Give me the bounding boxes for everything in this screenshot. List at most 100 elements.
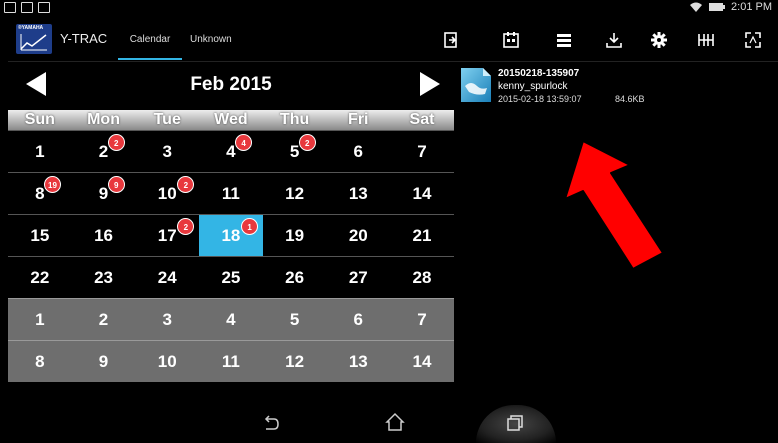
file-count-badge: 2	[298, 134, 316, 151]
calendar-day[interactable]: 22	[72, 131, 136, 172]
calendar-day[interactable]: 1	[8, 299, 72, 340]
calendar-day[interactable]: 13	[326, 341, 390, 382]
day-number: 8	[35, 352, 45, 371]
day-number: 8	[35, 184, 45, 203]
calendar-day[interactable]: 52	[263, 131, 327, 172]
app-logo[interactable]: ®YAMAHA	[16, 24, 52, 54]
calendar-day[interactable]: 4	[199, 299, 263, 340]
day-number: 6	[353, 310, 364, 329]
download-icon[interactable]	[605, 31, 625, 51]
calendar-day[interactable]: 23	[72, 257, 136, 298]
calendar-day[interactable]: 3	[135, 299, 199, 340]
calendar-day[interactable]: 6	[326, 131, 390, 172]
brand-label: ®YAMAHA	[18, 25, 44, 31]
calendar-day[interactable]: 21	[390, 215, 454, 256]
calendar-day[interactable]: 27	[326, 257, 390, 298]
calendar-day[interactable]: 7	[390, 299, 454, 340]
notification-icons	[4, 2, 50, 13]
calendar-day[interactable]: 44	[199, 131, 263, 172]
calendar-day[interactable]: 99	[72, 173, 136, 214]
calendar-day[interactable]: 1	[8, 131, 72, 172]
weekday-label: Thu	[279, 111, 310, 128]
calendar-day[interactable]: 20	[326, 215, 390, 256]
calendar-day[interactable]: 7	[390, 131, 454, 172]
calendar-icon[interactable]	[502, 31, 522, 51]
calendar-day[interactable]: 3	[135, 131, 199, 172]
back-icon[interactable]	[261, 413, 285, 437]
weekday-label: Fri	[348, 111, 369, 128]
day-number: 1	[35, 310, 45, 329]
weekday-header: Sun Mon Tue Wed Thu Fri Sat	[8, 110, 454, 130]
calendar-day[interactable]: 14	[390, 173, 454, 214]
day-number: 10	[157, 184, 177, 203]
day-number: 7	[417, 142, 427, 161]
home-icon[interactable]	[384, 411, 408, 435]
calendar-day[interactable]: 16	[72, 215, 136, 256]
file-thumbnail-icon	[459, 66, 493, 104]
calendar-day[interactable]: 14	[390, 341, 454, 382]
list-icon[interactable]	[555, 31, 575, 51]
file-count-badge: 2	[107, 134, 125, 151]
settings-gear-icon[interactable]	[650, 31, 670, 51]
day-number: 17	[157, 226, 177, 245]
file-datetime: 2015-02-18 13:59:07	[498, 94, 582, 104]
calendar-day[interactable]: 8 19	[8, 173, 72, 214]
grid-icon[interactable]	[696, 31, 716, 51]
day-number: 1	[35, 142, 45, 161]
calendar-day[interactable]: 10 2	[135, 173, 199, 214]
calendar-day[interactable]: 12	[263, 341, 327, 382]
image-icon	[38, 2, 50, 13]
file-list-item[interactable]: 20150218-135907 kenny_spurlock 2015-02-1…	[459, 66, 659, 108]
calendar-day[interactable]: 19	[263, 215, 327, 256]
calendar-day[interactable]: 5	[263, 299, 327, 340]
day-number: 9	[98, 184, 109, 203]
calendar-day[interactable]: 13	[326, 173, 390, 214]
calendar-day[interactable]: 24	[135, 257, 199, 298]
recent-apps-icon[interactable]	[505, 413, 529, 437]
status-bar: 2:01 PM	[0, 0, 778, 18]
day-number: 19	[285, 226, 305, 245]
calendar-day[interactable]: 15	[8, 215, 72, 256]
calendar-day[interactable]: 6	[326, 299, 390, 340]
weekday-label: Tue	[153, 111, 181, 128]
day-number: 16	[94, 226, 113, 245]
day-number: 6	[353, 142, 364, 161]
day-number: 25	[221, 268, 241, 287]
month-label: Feb 2015	[190, 74, 272, 95]
calendar-day[interactable]: 25	[199, 257, 263, 298]
calendar-header: Feb 2015	[8, 62, 454, 110]
day-number: 2	[98, 142, 109, 161]
tab-unknown[interactable]: Unknown	[190, 34, 254, 60]
calendar-day[interactable]: 10	[135, 341, 199, 382]
calendar-day[interactable]: 26	[263, 257, 327, 298]
calendar-week-row: 1 2 3 4 5 6 7	[8, 298, 454, 340]
calendar-day[interactable]: 11	[199, 173, 263, 214]
file-count-badge: 4	[235, 134, 253, 151]
tab-calendar[interactable]: Calendar	[118, 34, 182, 60]
day-number: 12	[285, 352, 305, 371]
app-title: Y-TRAC	[60, 31, 108, 46]
battery-icon	[709, 2, 726, 12]
calendar-day[interactable]: 17 2	[135, 215, 199, 256]
day-number: 18	[221, 226, 241, 245]
calendar-day[interactable]: 8	[8, 341, 72, 382]
calendar-day[interactable]: 2	[72, 299, 136, 340]
calendar-day-selected[interactable]: 18 1	[199, 215, 263, 256]
next-month-icon[interactable]	[420, 72, 440, 96]
expand-icon[interactable]	[744, 31, 764, 51]
calendar-week-row: 22 23 24 25 26 27 28	[8, 256, 454, 298]
day-number: 15	[30, 226, 50, 245]
calendar-day[interactable]: 28	[390, 257, 454, 298]
day-number: 11	[221, 184, 240, 203]
day-number: 5	[289, 310, 300, 329]
day-number: 26	[285, 268, 305, 287]
import-icon[interactable]	[442, 31, 462, 51]
calendar-day[interactable]: 11	[199, 341, 263, 382]
calendar-day[interactable]: 9	[72, 341, 136, 382]
calendar-day[interactable]: 22	[8, 257, 72, 298]
day-number: 12	[285, 184, 305, 203]
calendar-day[interactable]: 12	[263, 173, 327, 214]
file-user: kenny_spurlock	[498, 81, 568, 92]
file-count-badge: 2	[177, 176, 195, 193]
weekday-label: Sat	[409, 111, 435, 128]
